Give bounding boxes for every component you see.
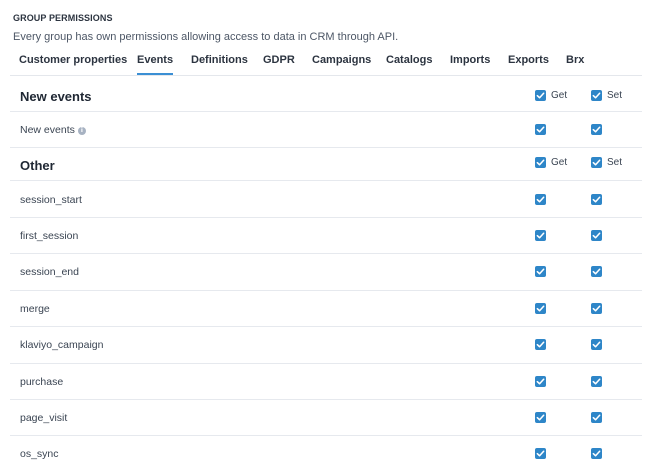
check-icon — [536, 196, 545, 203]
table-row: page_visit — [10, 400, 642, 436]
check-icon — [592, 450, 601, 457]
table-row: session_end — [10, 254, 642, 291]
group-set-checkbox[interactable] — [591, 157, 602, 168]
row-set-checkbox[interactable] — [591, 376, 602, 387]
event-name: page_visit — [20, 412, 68, 424]
check-icon — [592, 268, 601, 275]
group-header-other: Other Get Set — [10, 148, 642, 181]
check-icon — [536, 450, 545, 457]
check-icon — [592, 341, 601, 348]
table-row: first_session — [10, 218, 642, 254]
tab-customer-properties[interactable]: Customer properties — [19, 54, 127, 75]
row-get-checkbox[interactable] — [535, 339, 546, 350]
check-icon — [592, 126, 601, 133]
check-icon — [536, 414, 545, 421]
table-row: merge — [10, 291, 642, 327]
group-permissions-page: GROUP PERMISSIONS Every group has own pe… — [0, 0, 654, 472]
permission-tabs: Customer properties Events Definitions G… — [10, 49, 642, 76]
check-icon — [592, 414, 601, 421]
check-icon — [536, 232, 545, 239]
check-icon — [592, 232, 601, 239]
group-header-new-events: New events Get Set — [10, 78, 642, 112]
check-icon — [536, 305, 545, 312]
table-row: New events i — [10, 112, 642, 148]
tab-definitions[interactable]: Definitions — [191, 54, 248, 75]
group-set-checkbox[interactable] — [591, 90, 602, 101]
event-name: first_session — [20, 230, 79, 242]
check-icon — [592, 159, 601, 166]
group-get-checkbox[interactable] — [535, 90, 546, 101]
group-get-checkbox[interactable] — [535, 157, 546, 168]
row-get-checkbox[interactable] — [535, 194, 546, 205]
section-description: Every group has own permissions allowing… — [13, 31, 399, 43]
event-name: session_end — [20, 266, 79, 278]
row-get-checkbox[interactable] — [535, 124, 546, 135]
group-title: Other — [20, 158, 55, 173]
tab-gdpr[interactable]: GDPR — [263, 54, 295, 75]
row-set-checkbox[interactable] — [591, 266, 602, 277]
check-icon — [536, 159, 545, 166]
table-row: purchase — [10, 364, 642, 400]
check-icon — [592, 305, 601, 312]
check-icon — [536, 268, 545, 275]
check-icon — [536, 341, 545, 348]
row-set-checkbox[interactable] — [591, 412, 602, 423]
row-get-checkbox[interactable] — [535, 266, 546, 277]
check-icon — [592, 92, 601, 99]
check-icon — [592, 378, 601, 385]
row-get-checkbox[interactable] — [535, 448, 546, 459]
row-get-checkbox[interactable] — [535, 230, 546, 241]
event-name: session_start — [20, 194, 82, 206]
row-set-checkbox[interactable] — [591, 230, 602, 241]
check-icon — [536, 378, 545, 385]
table-row: os_sync — [10, 436, 642, 472]
event-name: New events i — [20, 124, 86, 136]
tab-catalogs[interactable]: Catalogs — [386, 54, 432, 75]
tab-events[interactable]: Events — [137, 54, 174, 75]
event-name: merge — [20, 303, 50, 315]
get-column-label: Get — [551, 90, 568, 101]
table-row: klaviyo_campaign — [10, 327, 642, 364]
tab-campaigns[interactable]: Campaigns — [312, 54, 371, 75]
set-column-label: Set — [607, 90, 623, 101]
table-row: session_start — [10, 181, 642, 218]
set-column-label: Set — [607, 157, 623, 168]
tab-brx[interactable]: Brx — [566, 54, 584, 75]
group-title: New events — [20, 89, 92, 104]
get-column-label: Get — [551, 157, 568, 168]
check-icon — [536, 126, 545, 133]
info-icon[interactable]: i — [77, 127, 86, 135]
event-name: purchase — [20, 376, 64, 388]
tab-exports[interactable]: Exports — [508, 54, 549, 75]
check-icon — [592, 196, 601, 203]
row-set-checkbox[interactable] — [591, 303, 602, 314]
event-name: klaviyo_campaign — [20, 339, 104, 351]
row-get-checkbox[interactable] — [535, 376, 546, 387]
row-set-checkbox[interactable] — [591, 194, 602, 205]
section-heading: GROUP PERMISSIONS — [13, 13, 113, 23]
row-get-checkbox[interactable] — [535, 412, 546, 423]
event-name: os_sync — [20, 448, 59, 460]
check-icon — [536, 92, 545, 99]
row-get-checkbox[interactable] — [535, 303, 546, 314]
row-set-checkbox[interactable] — [591, 339, 602, 350]
row-set-checkbox[interactable] — [591, 448, 602, 459]
row-set-checkbox[interactable] — [591, 124, 602, 135]
tab-imports[interactable]: Imports — [450, 54, 490, 75]
